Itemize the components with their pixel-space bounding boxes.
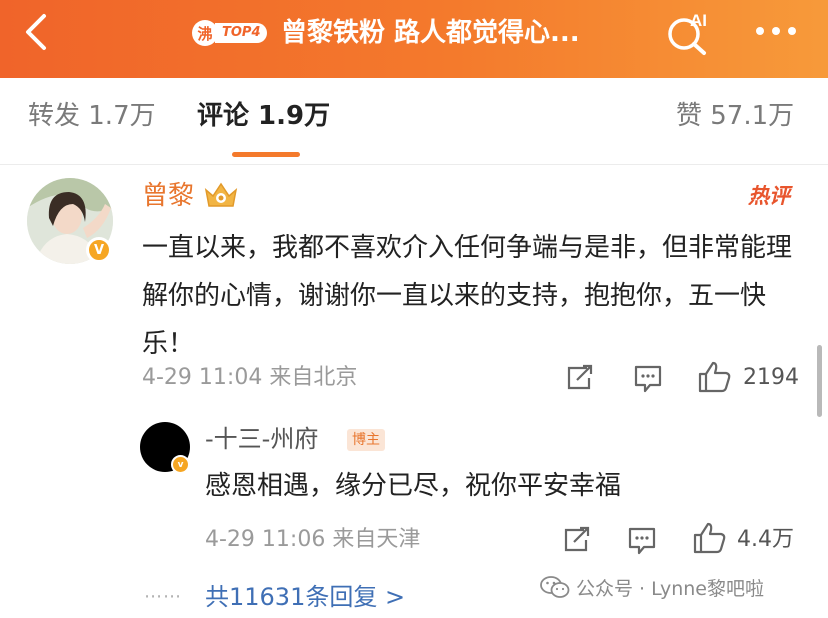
- reply-comment-button[interactable]: [627, 526, 657, 560]
- watermark-text: 公众号 · Lynne黎吧啦: [576, 577, 764, 600]
- thumbs-up-icon: [693, 522, 726, 554]
- verified-badge: v: [171, 455, 190, 474]
- watermark: 公众号 · Lynne黎吧啦: [540, 572, 764, 602]
- more-icon: [756, 27, 796, 35]
- comment-meta: 4-29 11:04 来自北京: [142, 365, 358, 390]
- reply-text: 感恩相遇，缘分已尽，祝你平安幸福: [205, 471, 622, 501]
- tab-repost[interactable]: 转发 1.7万: [28, 96, 156, 136]
- active-tab-indicator: [232, 152, 300, 157]
- ai-search-button[interactable]: AI: [664, 8, 714, 56]
- thread-dots: ⋯⋯: [144, 586, 182, 607]
- page-title: 曾黎铁粉 路人都觉得心...: [281, 18, 580, 48]
- like-button[interactable]: [698, 361, 732, 397]
- reply-author-name[interactable]: -十三-州府: [205, 422, 318, 456]
- hot-rank-badge[interactable]: 沸 TOP4: [192, 20, 267, 46]
- scrollbar[interactable]: [817, 345, 822, 417]
- back-icon: [26, 14, 46, 50]
- comment-icon: [634, 365, 662, 393]
- divider: [0, 164, 828, 165]
- share-icon: [567, 364, 593, 390]
- hot-comment-label: 热评: [748, 184, 790, 208]
- ai-label: AI: [690, 11, 707, 30]
- comment-icon: [628, 527, 656, 555]
- wechat-icon: [540, 576, 570, 598]
- more-button[interactable]: [748, 10, 804, 52]
- tab-comment[interactable]: 评论 1.9万: [197, 96, 330, 136]
- more-replies-link[interactable]: 共11631条回复 >: [205, 579, 405, 615]
- thumbs-up-icon: [698, 361, 731, 393]
- commenter-name[interactable]: 曾黎: [142, 178, 194, 214]
- share-icon: [564, 526, 590, 552]
- back-button[interactable]: [16, 10, 56, 54]
- comment-text: 一直以来，我都不喜欢介入任何争端与是非，但非常能理解你的心情，谢谢你一直以来的支…: [142, 233, 793, 359]
- reply-like-button[interactable]: [693, 522, 727, 558]
- tab-like[interactable]: 赞 57.1万: [676, 96, 794, 136]
- reply-like-count: 4.4万: [737, 527, 794, 552]
- top-bar: 沸 TOP4 曾黎铁粉 路人都觉得心... AI: [0, 0, 828, 78]
- reply-meta: 4-29 11:06 来自天津: [205, 527, 421, 552]
- crown-badge-icon: [204, 182, 238, 207]
- comment-button[interactable]: [633, 364, 663, 398]
- verified-badge: V: [86, 237, 112, 263]
- reply-share-button[interactable]: [562, 526, 592, 558]
- share-button[interactable]: [565, 364, 595, 396]
- blogger-tag: 博主: [347, 429, 385, 451]
- rank-label: TOP4: [215, 23, 267, 43]
- ai-search-icon: AI: [668, 11, 707, 55]
- like-count: 2194: [743, 365, 799, 390]
